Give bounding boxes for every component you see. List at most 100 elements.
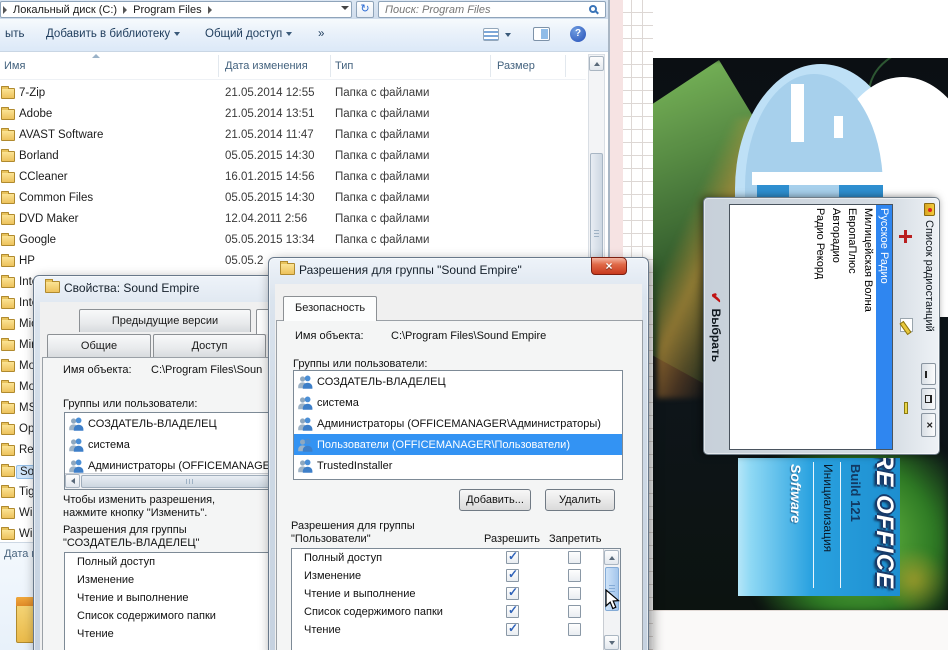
group-row[interactable]: Администраторы (OFFICEMANAGER\Администра…: [294, 413, 622, 434]
view-dropdown-icon[interactable]: [505, 33, 511, 37]
station-row[interactable]: Авторадио: [828, 205, 844, 449]
users-icon: [68, 437, 84, 453]
deny-checkbox[interactable]: [568, 569, 581, 582]
folder-icon: [1, 403, 15, 414]
file-name: HP: [19, 255, 35, 267]
deny-column-header: Запретить: [549, 533, 602, 545]
column-divider[interactable]: [330, 55, 331, 77]
column-divider[interactable]: [565, 55, 566, 77]
station-row[interactable]: Русское Радио: [876, 205, 892, 449]
allow-checkbox[interactable]: ✓: [506, 569, 519, 582]
remove-station-icon[interactable]: [904, 402, 908, 414]
deny-checkbox[interactable]: [568, 623, 581, 636]
station-row[interactable]: Радио Рекорд: [812, 205, 828, 449]
permission-label: Чтение и выполнение: [77, 592, 189, 604]
search-icon[interactable]: [589, 5, 597, 13]
station-row[interactable]: ЕвропаПлюс: [844, 205, 860, 449]
help-icon[interactable]: ?: [570, 26, 586, 42]
toolbar-add-library[interactable]: Добавить в библиотеку: [46, 28, 180, 40]
tab-sharing[interactable]: Доступ: [153, 334, 266, 357]
folder-icon: [1, 277, 15, 288]
file-row[interactable]: AVAST Software21.05.2014 11:47Папка с фа…: [0, 126, 586, 147]
station-row[interactable]: Милицейская Волна: [860, 205, 876, 449]
toolbar-share[interactable]: Общий доступ: [205, 28, 292, 40]
file-row[interactable]: Google05.05.2015 13:34Папка с файлами: [0, 231, 586, 252]
scroll-left-button[interactable]: [65, 474, 80, 488]
allow-checkbox[interactable]: ✓: [506, 551, 519, 564]
toolbar-open-partial[interactable]: ыть: [5, 28, 25, 40]
select-station-label: Выбрать: [709, 309, 723, 363]
file-row[interactable]: DVD Maker12.04.2011 2:56Папка с файлами: [0, 210, 586, 231]
maximize-button[interactable]: [921, 388, 936, 410]
toolbar-overflow[interactable]: »: [318, 28, 324, 40]
file-date: 05.05.2: [225, 255, 263, 267]
deny-checkbox[interactable]: [568, 551, 581, 564]
object-name-value: C:\Program Files\Soun: [151, 364, 262, 376]
folder-icon: [1, 193, 15, 204]
object-name-label: Имя объекта:: [63, 364, 132, 376]
refresh-button[interactable]: ↻: [356, 1, 374, 18]
tab-previous-versions[interactable]: Предыдущие версии: [79, 309, 251, 332]
groups-listbox[interactable]: СОЗДАТЕЛЬ-ВЛАДЕЛЕЦсистемаАдминистраторы …: [293, 370, 623, 480]
file-row[interactable]: Common Files05.05.2015 14:30Папка с файл…: [0, 189, 586, 210]
folder-icon: [1, 88, 15, 99]
close-button[interactable]: ×: [591, 257, 627, 275]
preview-pane-icon[interactable]: [533, 27, 550, 41]
scroll-down-button[interactable]: [604, 635, 619, 650]
folder-icon: [1, 130, 15, 141]
permission-label: Полный доступ: [77, 556, 155, 568]
file-row[interactable]: Borland05.05.2015 14:30Папка с файлами: [0, 147, 586, 168]
column-divider[interactable]: [218, 55, 219, 77]
allow-checkbox[interactable]: ✓: [506, 587, 519, 600]
column-header-date[interactable]: Дата изменения: [225, 60, 308, 72]
add-station-icon[interactable]: [899, 230, 912, 243]
scrollbar-thumb[interactable]: [81, 475, 299, 488]
column-divider[interactable]: [490, 55, 491, 77]
file-row[interactable]: 7-Zip21.05.2014 12:55Папка с файлами: [0, 84, 586, 105]
chevron-down-icon: [174, 32, 180, 36]
file-type: Папка с файлами: [335, 108, 429, 120]
column-header-size[interactable]: Размер: [497, 60, 535, 72]
address-dropdown-icon[interactable]: [341, 6, 349, 10]
file-date: 12.04.2011 2:56: [225, 213, 307, 225]
select-station-button[interactable]: ✔ Выбрать: [703, 198, 729, 456]
scroll-up-button[interactable]: [589, 56, 604, 71]
add-button[interactable]: Добавить...: [459, 489, 531, 511]
radio-window-rotated: Список радиостанций × Русское РадиоМилиц…: [703, 197, 940, 455]
file-name: 7-Zip: [19, 87, 45, 99]
remove-button[interactable]: Удалить: [545, 489, 615, 511]
allow-checkbox[interactable]: ✓: [506, 623, 519, 636]
tab-security[interactable]: Безопасность: [283, 296, 377, 321]
search-input[interactable]: [383, 2, 578, 17]
radio-window-title: Список радиостанций: [923, 220, 935, 332]
check-icon: ✓: [508, 549, 518, 563]
file-name: Common Files: [19, 192, 93, 204]
group-row[interactable]: СОЗДАТЕЛЬ-ВЛАДЕЛЕЦ: [294, 371, 622, 392]
change-view-icon[interactable]: [483, 28, 499, 41]
group-row[interactable]: система: [294, 392, 622, 413]
edit-station-icon[interactable]: [900, 318, 913, 332]
horizontal-scrollbar[interactable]: [65, 473, 301, 489]
deny-checkbox[interactable]: [568, 587, 581, 600]
file-row[interactable]: CCleaner16.01.2015 14:56Папка с файлами: [0, 168, 586, 189]
column-header-type[interactable]: Тип: [335, 60, 353, 72]
group-row[interactable]: Пользователи (OFFICEMANAGER\Пользователи…: [294, 434, 622, 455]
deny-checkbox[interactable]: [568, 605, 581, 618]
breadcrumb-folder[interactable]: Program Files: [129, 4, 205, 16]
file-date: 05.05.2015 14:30: [225, 192, 315, 204]
minimize-button[interactable]: [921, 363, 936, 385]
folder-icon: [1, 151, 15, 162]
tab-general[interactable]: Общие: [47, 334, 151, 357]
group-label: Пользователи (OFFICEMANAGER\Пользователи…: [317, 439, 570, 451]
column-header-name[interactable]: Имя: [4, 60, 25, 72]
file-row[interactable]: Adobe21.05.2014 13:51Папка с файлами: [0, 105, 586, 126]
allow-checkbox[interactable]: ✓: [506, 605, 519, 618]
breadcrumb-drive[interactable]: Локальный диск (C:): [9, 4, 121, 16]
address-bar[interactable]: Локальный диск (C:) Program Files: [0, 1, 352, 18]
folder-icon: [1, 109, 15, 120]
permission-row: Список содержимого папки✓: [292, 603, 620, 621]
group-row[interactable]: TrustedInstaller: [294, 455, 622, 476]
scroll-up-button[interactable]: [604, 550, 619, 565]
permission-row: Изменение✓: [292, 567, 620, 585]
close-button[interactable]: ×: [921, 413, 936, 437]
